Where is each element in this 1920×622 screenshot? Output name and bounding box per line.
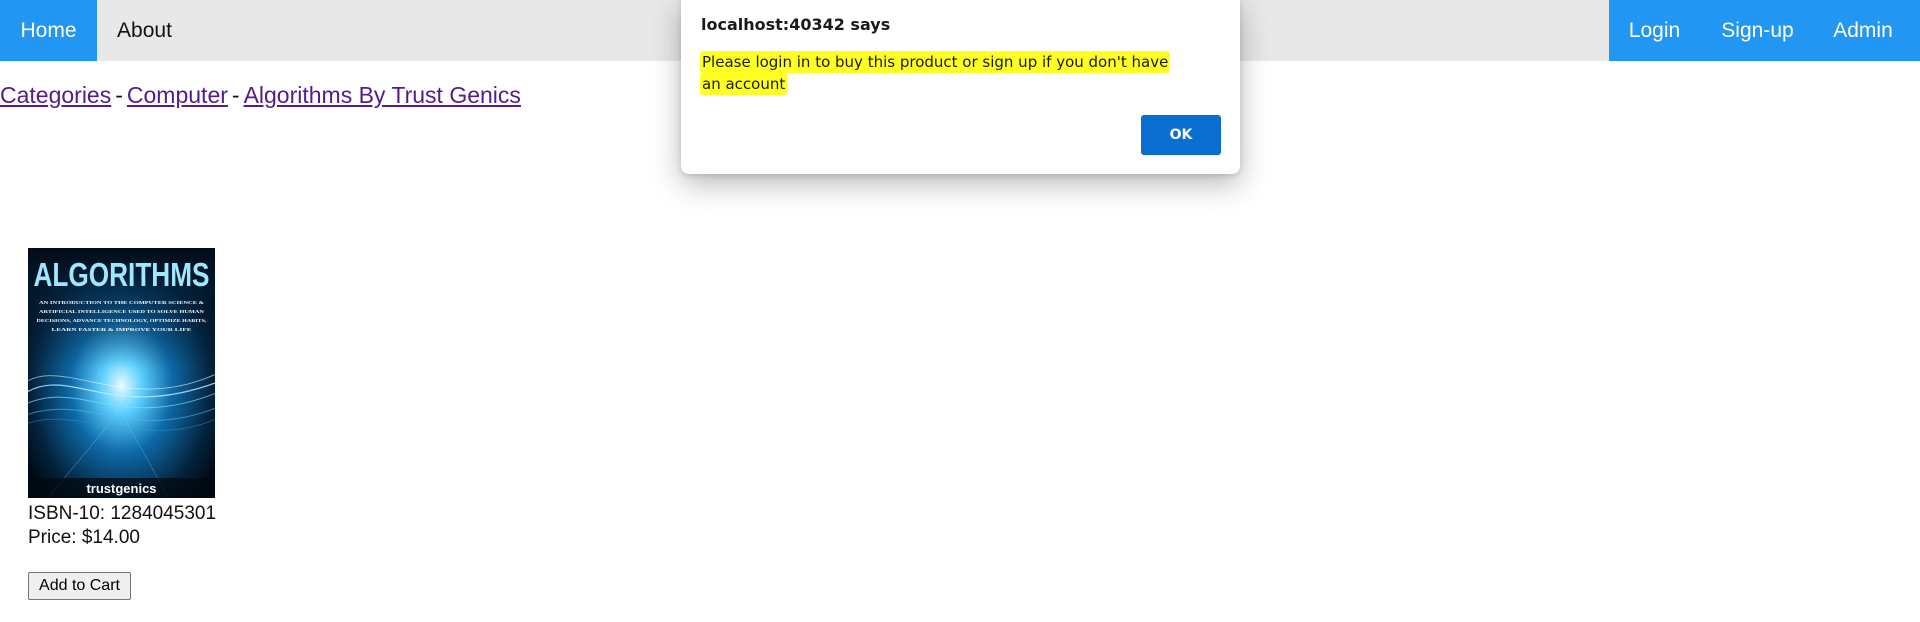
nav-signup-link[interactable]: Sign-up (1700, 0, 1815, 61)
breadcrumb: Categories - Computer - Algorithms By Trust … (0, 82, 521, 109)
nav-login-link[interactable]: Login (1609, 0, 1700, 61)
product-price: Price: $14.00 (28, 527, 140, 548)
nav-home-link[interactable]: Home (0, 0, 97, 61)
book-cover-subtitle-line: LEARN FASTER & IMPROVE YOUR LIFE (52, 327, 192, 332)
book-cover-subtitle-line: AN INTRODUCTION TO THE COMPUTER SCIENCE … (39, 300, 204, 305)
nav-about-link[interactable]: About (97, 0, 192, 61)
alert-dialog-message: Please login in to buy this product or s… (700, 51, 1190, 95)
book-cover-subtitle-line: ARTIFICIAL INTELLIGENCE USED TO SOLVE HU… (39, 309, 205, 314)
add-to-cart-button[interactable]: Add to Cart (28, 572, 131, 600)
breadcrumb-separator: - (231, 82, 240, 108)
book-cover-title: ALGORITHMS (34, 256, 210, 293)
book-cover-image: ALGORITHMS AN INTRODUCTION TO THE COMPUT… (28, 248, 215, 498)
breadcrumb-computer-link[interactable]: Computer (127, 82, 228, 108)
breadcrumb-categories-link[interactable]: Categories (0, 82, 111, 108)
alert-dialog: localhost:40342 says Please login in to … (681, 0, 1240, 174)
breadcrumb-separator: - (115, 82, 123, 108)
breadcrumb-product-link[interactable]: Algorithms By Trust Genics (244, 82, 521, 108)
alert-dialog-title: localhost:40342 says (701, 15, 891, 34)
book-cover-subtitle-line: DECISIONS, ADVANCE TECHNOLOGY, OPTIMIZE … (37, 318, 207, 323)
book-cover-publisher: trustgenics (86, 481, 156, 496)
product-isbn: ISBN-10: 1284045301 (28, 503, 217, 524)
nav-admin-link[interactable]: Admin (1815, 0, 1911, 61)
alert-ok-button[interactable]: OK (1141, 115, 1221, 155)
alert-dialog-message-text: Please login in to buy this product or s… (700, 51, 1171, 95)
